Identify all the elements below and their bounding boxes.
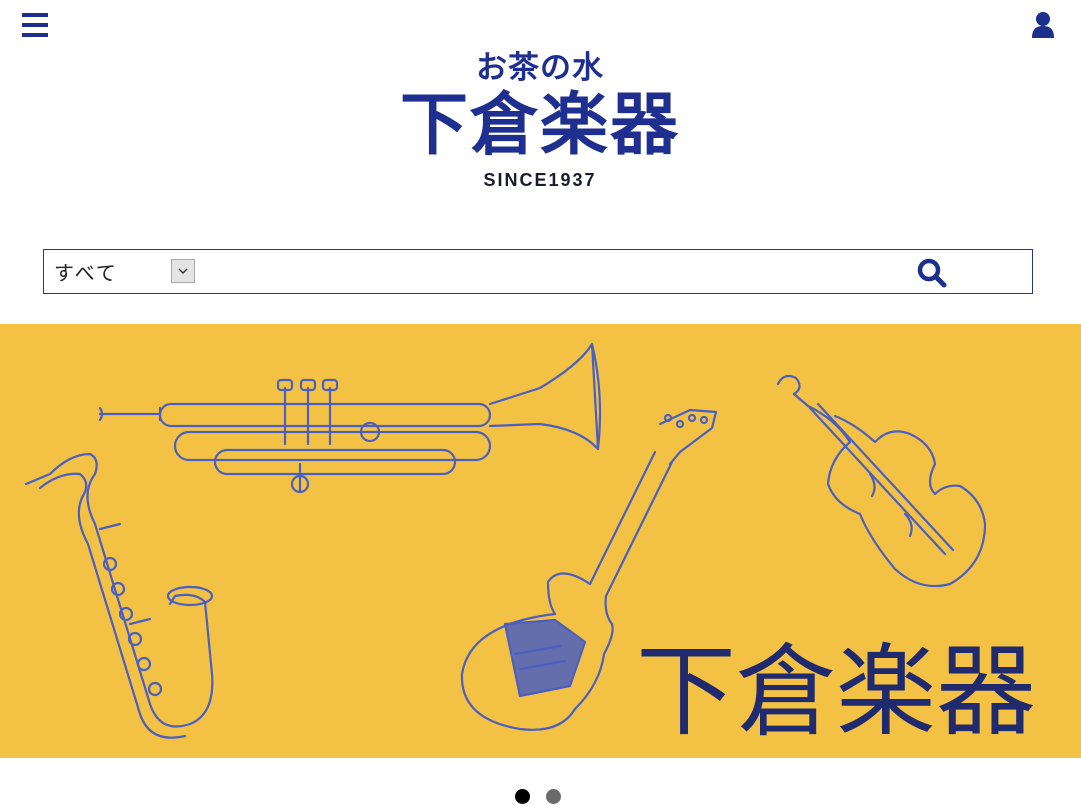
saxophone-illustration: [24, 452, 214, 739]
chevron-down-icon: [178, 268, 188, 274]
search-icon: [917, 258, 947, 288]
carousel-dot-2[interactable]: [546, 789, 561, 804]
category-dropdown-button[interactable]: [171, 259, 195, 283]
logo-name: 下倉楽器: [399, 86, 680, 165]
menu-bar: [22, 23, 48, 27]
violin-illustration: [776, 374, 987, 588]
search-category-select[interactable]: すべて: [54, 260, 118, 286]
hero-banner[interactable]: 下倉楽器: [0, 324, 1081, 758]
site-logo[interactable]: お茶の水 下倉楽器 SINCE1937: [390, 50, 690, 192]
logo-since: SINCE1937: [483, 170, 597, 190]
carousel-dot-1[interactable]: [515, 789, 530, 804]
user-icon: [1032, 12, 1054, 38]
logo-subtitle: お茶の水: [476, 50, 604, 86]
search-bar: すべて: [43, 249, 1033, 294]
menu-bar: [22, 33, 48, 37]
search-button[interactable]: [917, 258, 947, 288]
trumpet-illustration: [98, 342, 602, 494]
user-account-button[interactable]: [1031, 11, 1055, 39]
banner-title: 下倉楽器: [636, 633, 1036, 750]
hamburger-menu-button[interactable]: [22, 13, 48, 37]
menu-bar: [22, 13, 48, 17]
search-input[interactable]: [206, 254, 910, 290]
